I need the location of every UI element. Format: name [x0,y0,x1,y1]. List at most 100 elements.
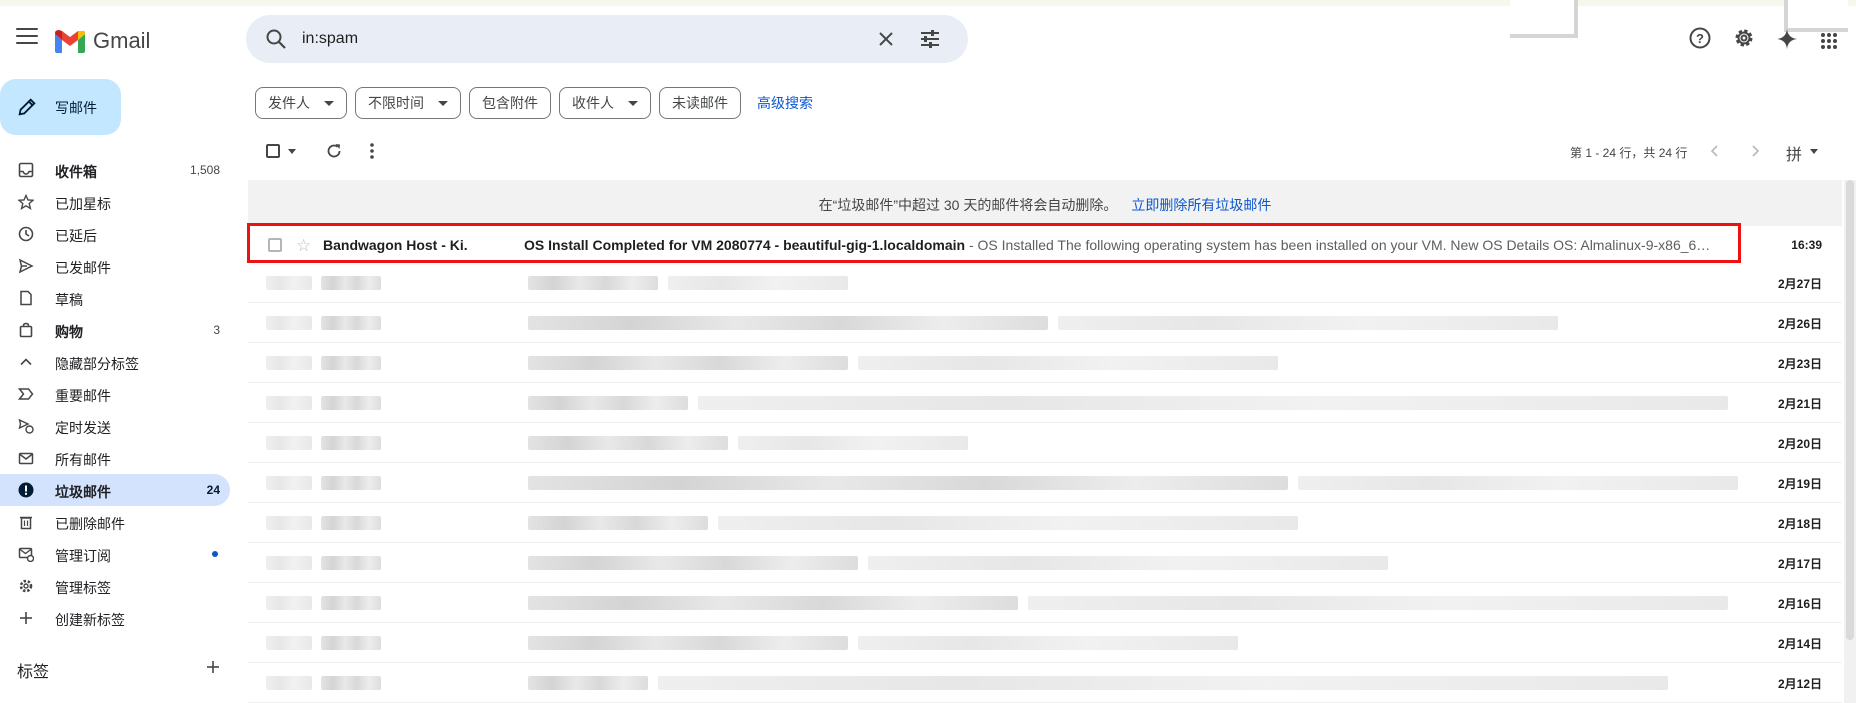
add-label-icon[interactable] [205,659,221,675]
email-row[interactable]: 2月27日 [248,263,1842,303]
sidebar-item-scheduled[interactable]: 定时发送 [0,410,230,442]
sidebar-item-drafts[interactable]: 草稿 [0,282,230,314]
chevron-right-icon[interactable] [1750,145,1760,157]
email-row[interactable]: 2月19日 [248,463,1842,503]
apps-grid-icon[interactable] [1820,32,1838,50]
sidebar-item-trash[interactable]: 已删除邮件 [0,506,230,538]
search-input[interactable] [302,25,862,53]
select-all-checkbox[interactable] [266,144,280,158]
sidebar-item-count: 3 [213,323,220,337]
email-date: 2月12日 [1777,677,1822,691]
more-options-icon[interactable] [370,143,374,159]
settings-gear-icon[interactable] [1732,26,1756,50]
redacted-subject [528,636,848,650]
sidebar-item-label: 隐藏部分标签 [55,356,139,372]
redacted-controls [266,396,312,410]
sidebar-item-starred[interactable]: 已加星标 [0,186,230,218]
redacted-controls [266,316,312,330]
clear-search-icon[interactable] [874,27,898,51]
email-row-highlighted[interactable]: ☆ Bandwagon Host - Ki. OS Install Comple… [247,223,1822,263]
gemini-sparkle-icon[interactable] [1776,28,1798,50]
email-date: 2月21日 [1777,397,1822,411]
sidebar-item-inbox[interactable]: 收件箱 1,508 [0,154,230,186]
scrollbar[interactable] [1844,180,1856,703]
email-date: 16:39 [1791,238,1822,252]
chip-label: 不限时间 [368,95,424,111]
sidebar-item-manage-labels[interactable]: 管理标签 [0,570,230,602]
sidebar-item-subscriptions[interactable]: 管理订阅 [0,538,230,570]
select-dropdown-icon[interactable] [288,149,296,154]
filter-from-chip[interactable]: 发件人 [255,87,347,119]
sidebar-item-less[interactable]: 隐藏部分标签 [0,346,230,378]
email-row[interactable]: 2月18日 [248,503,1842,543]
send-icon [18,258,34,274]
sidebar-item-sent[interactable]: 已发邮件 [0,250,230,282]
redacted-subject [528,476,1288,490]
input-tools-dropdown-icon[interactable] [1810,149,1818,154]
spam-notice-bar: 在“垃圾邮件”中超过 30 天的邮件将会自动删除。 立即删除所有垃圾邮件 [248,180,1842,226]
advanced-search-link[interactable]: 高级搜索 [757,93,813,113]
main-menu-icon[interactable] [16,28,38,44]
email-row[interactable]: 2月14日 [248,623,1842,663]
sidebar-item-all-mail[interactable]: 所有邮件 [0,442,230,474]
email-row[interactable]: 2月17日 [248,543,1842,583]
sidebar-item-important[interactable]: 重要邮件 [0,378,230,410]
clock-icon [18,226,34,242]
delete-all-spam-link[interactable]: 立即删除所有垃圾邮件 [1131,197,1271,213]
redacted-controls [266,516,312,530]
filter-to-chip[interactable]: 收件人 [559,87,651,119]
refresh-icon[interactable] [325,142,343,160]
pagination-text: 第 1 - 24 行，共 24 行 [1570,146,1688,160]
email-date: 2月14日 [1777,637,1822,651]
app-name: Gmail [93,28,151,53]
list-toolbar: 第 1 - 24 行，共 24 行 拼 [262,140,1842,180]
gmail-logo[interactable]: Gmail [55,28,150,54]
email-date: 2月27日 [1777,277,1822,291]
redacted-snippet [1058,316,1558,330]
star-icon[interactable]: ☆ [296,236,311,256]
draft-icon [20,290,32,306]
email-row[interactable]: 2月12日 [248,663,1842,703]
sidebar-item-create-label[interactable]: 创建新标签 [0,602,230,634]
email-row[interactable]: 2月21日 [248,383,1842,423]
filter-unread-chip[interactable]: 未读邮件 [659,87,741,119]
star-icon [18,194,34,210]
redacted-sender [321,596,381,610]
search-options-icon[interactable] [918,27,942,51]
sidebar-item-label: 所有邮件 [55,452,111,468]
email-date: 2月26日 [1777,317,1822,331]
email-row[interactable]: 2月23日 [248,343,1842,383]
sidebar-item-snoozed[interactable]: 已延后 [0,218,230,250]
email-row[interactable]: 2月16日 [248,583,1842,623]
manage-labels-icon [19,579,33,593]
redacted-subject [528,516,708,530]
redacted-subject [528,356,848,370]
redacted-subject [528,556,858,570]
email-subject: OS Install Completed for VM 2080774 - be… [524,237,966,253]
email-snippet: - OS Installed The following operating s… [965,237,1711,253]
overlay-frame [1510,0,1578,38]
row-checkbox[interactable] [268,238,282,252]
header: Gmail ? [0,0,1856,72]
filter-attachment-chip[interactable]: 包含附件 [469,87,551,119]
redacted-controls [266,436,312,450]
sidebar-item-label: 已延后 [55,228,97,244]
search-icon[interactable] [264,27,288,51]
sidebar-item-label: 草稿 [55,292,83,308]
email-row[interactable]: 2月26日 [248,303,1842,343]
input-tools-button[interactable]: 拼 [1786,141,1802,165]
sidebar-item-spam[interactable]: 垃圾邮件 24 [0,474,230,506]
chevron-down-icon [438,100,448,106]
redacted-subject [528,436,728,450]
compose-button[interactable]: 写邮件 [0,79,121,135]
help-icon[interactable]: ? [1688,26,1712,50]
redacted-snippet [718,516,1298,530]
chevron-left-icon[interactable] [1710,145,1720,157]
filter-time-chip[interactable]: 不限时间 [355,87,461,119]
redacted-snippet [668,276,848,290]
redacted-snippet [858,356,1278,370]
redacted-snippet [1028,596,1728,610]
sidebar-item-shopping[interactable]: 购物 3 [0,314,230,346]
scrollbar-thumb[interactable] [1846,180,1854,640]
email-row[interactable]: 2月20日 [248,423,1842,463]
